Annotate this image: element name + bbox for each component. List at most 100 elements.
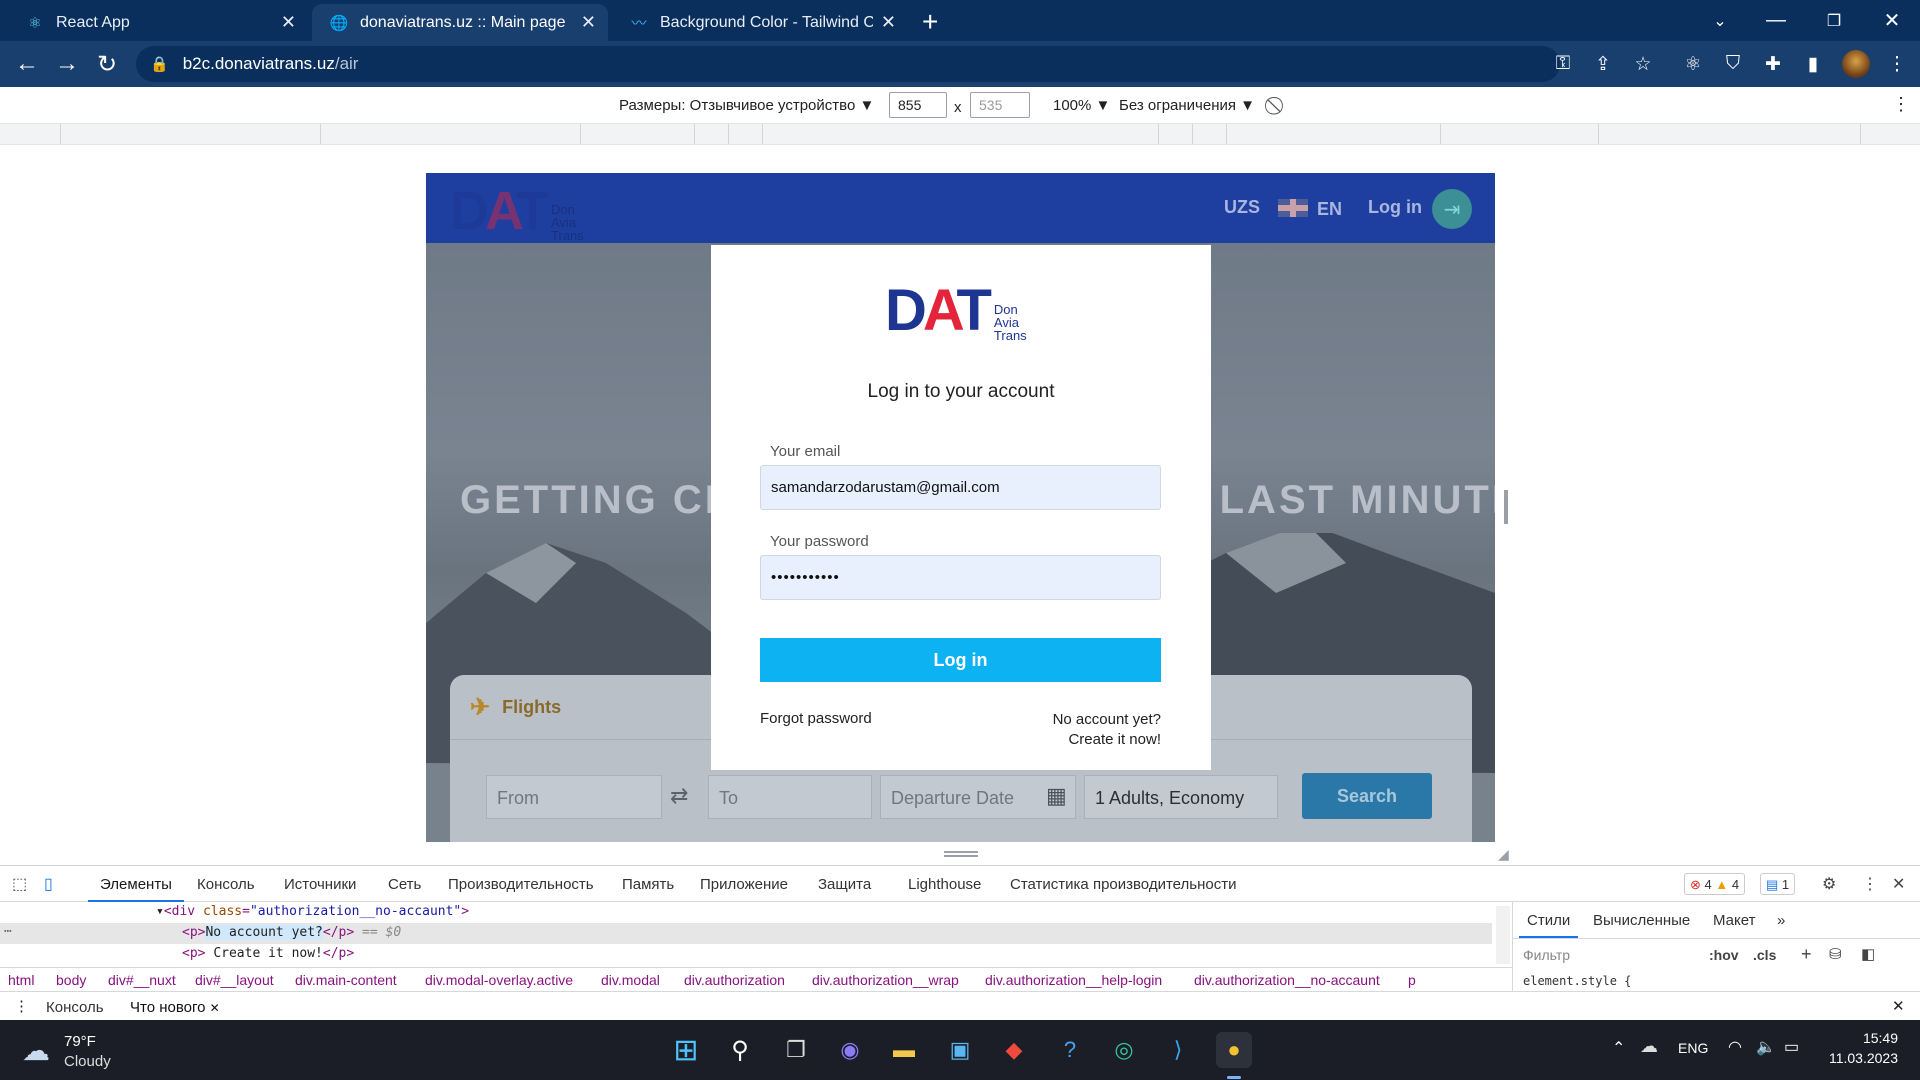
language-selector[interactable]: EN	[1317, 199, 1342, 220]
breadcrumb-item[interactable]: div#__layout	[195, 972, 274, 988]
minimize-icon[interactable]: —	[1748, 0, 1804, 41]
bookmark-star-icon[interactable]: ☆	[1630, 51, 1656, 77]
from-input[interactable]: From	[486, 775, 662, 819]
tab-performance[interactable]: Производительность	[448, 876, 594, 893]
help-icon[interactable]: ?	[1052, 1032, 1088, 1068]
styles-filter-input[interactable]: Фильтр	[1523, 947, 1570, 963]
share-icon[interactable]: ⇪	[1590, 51, 1616, 77]
forgot-password-link[interactable]: Forgot password	[760, 710, 872, 727]
close-icon[interactable]: ✕	[581, 12, 596, 33]
media-query-ruler[interactable]	[0, 123, 1920, 145]
shield-icon[interactable]: ⛉	[1720, 51, 1746, 77]
battery-icon[interactable]: ▭	[1784, 1037, 1799, 1057]
devtools-close-icon[interactable]: ✕	[1892, 874, 1905, 894]
menu-dots-icon[interactable]: ⋮	[1884, 51, 1910, 77]
breadcrumb-item[interactable]: div.authorization__no-accaunt	[1194, 972, 1380, 988]
breadcrumb-item[interactable]: div.authorization__wrap	[812, 972, 959, 988]
header-login-link[interactable]: Log in	[1368, 197, 1422, 218]
app-diamond-icon[interactable]: ◆	[996, 1032, 1032, 1068]
tab-sources[interactable]: Источники	[284, 876, 356, 893]
tab-react-app[interactable]: ⚛ React App ✕	[8, 4, 308, 41]
tab-layout[interactable]: Макет	[1713, 912, 1755, 929]
breadcrumb-item[interactable]: div#__nuxt	[108, 972, 176, 988]
window-close-icon[interactable]: ✕	[1864, 0, 1920, 41]
paint-icon[interactable]: ⛁	[1829, 945, 1842, 963]
create-account-link[interactable]: Create it now!	[1053, 730, 1161, 750]
tab-memory[interactable]: Память	[622, 876, 674, 893]
device-toggle-icon[interactable]: ▯	[44, 874, 53, 894]
dom-scrollbar[interactable]	[1496, 906, 1510, 964]
close-icon[interactable]: ✕	[881, 12, 896, 33]
dom-node-p[interactable]: <p> Create it now!</p>	[182, 946, 354, 961]
edge-icon[interactable]: ◎	[1106, 1032, 1142, 1068]
breadcrumb-item[interactable]: p	[1408, 972, 1416, 988]
sidebar-toggle-icon[interactable]: ◧	[1861, 945, 1875, 963]
windows-start-icon[interactable]: ⊞	[668, 1032, 704, 1068]
uk-flag-icon[interactable]	[1278, 199, 1308, 217]
tab-security[interactable]: Защита	[818, 876, 871, 893]
dom-node-div[interactable]: ▾<div class="authorization__no-accaunt">	[156, 904, 469, 919]
error-warning-badge[interactable]: ⊗ 4 ▲ 4	[1684, 873, 1746, 895]
tab-network[interactable]: Сеть	[388, 876, 421, 893]
devtools-menu-icon[interactable]: ⋮	[1862, 874, 1878, 894]
breadcrumb-item[interactable]: div.main-content	[295, 972, 397, 988]
add-rule-icon[interactable]: +	[1801, 944, 1812, 965]
onedrive-icon[interactable]: ☁	[1640, 1036, 1658, 1057]
chat-icon[interactable]: ◉	[832, 1032, 868, 1068]
tab-lighthouse[interactable]: Lighthouse	[908, 876, 981, 893]
tab-donaviatrans[interactable]: 🌐 donaviatrans.uz :: Main page ✕	[312, 4, 608, 41]
tab-computed[interactable]: Вычисленные	[1593, 912, 1690, 929]
breadcrumb-item[interactable]: div.modal-overlay.active	[425, 972, 573, 988]
address-bar[interactable]: 🔒 b2c.donaviatrans.uz/air	[136, 46, 1560, 82]
breadcrumb-item[interactable]: div.modal	[601, 972, 660, 988]
tab-performance-insights[interactable]: Статистика производительности	[1010, 876, 1236, 893]
chevron-up-icon[interactable]: ⌃	[1612, 1038, 1625, 1058]
tab-search-icon[interactable]: ⌄	[1692, 0, 1748, 41]
more-dots-icon[interactable]: ⋯	[4, 924, 12, 939]
drawer-menu-icon[interactable]: ⋮	[14, 997, 29, 1015]
tab-styles[interactable]: Стили	[1518, 912, 1579, 938]
close-icon[interactable]: ✕	[281, 12, 296, 33]
tab-tailwind[interactable]: 〰 Background Color - Tailwind CSS ✕	[612, 4, 908, 41]
volume-icon[interactable]: 🔈	[1756, 1037, 1776, 1057]
extensions-icon[interactable]: ✚	[1760, 51, 1786, 77]
cls-toggle[interactable]: .cls	[1753, 947, 1776, 963]
messages-badge[interactable]: ▤ 1	[1760, 873, 1796, 895]
password-field[interactable]: •••••••••••	[760, 555, 1161, 600]
restore-icon[interactable]: ❐	[1806, 0, 1862, 41]
throttle-dropdown[interactable]: Без ограничения ▼	[1119, 97, 1255, 114]
profile-avatar[interactable]	[1842, 50, 1870, 78]
react-devtools-icon[interactable]: ⚛	[1680, 51, 1706, 77]
dimensions-dropdown[interactable]: Размеры: Отзывчивое устройство ▼	[619, 97, 874, 114]
drawer-close-icon[interactable]: ✕	[1892, 997, 1905, 1015]
chrome-icon[interactable]: ●	[1216, 1032, 1252, 1068]
viewport-resize-handle-bottom[interactable]	[944, 851, 978, 857]
tab-application[interactable]: Приложение	[700, 876, 788, 893]
breadcrumb-item[interactable]: div.authorization	[684, 972, 785, 988]
new-tab-icon[interactable]: +	[922, 6, 938, 38]
breadcrumb-item[interactable]: div.authorization__help-login	[985, 972, 1162, 988]
close-icon[interactable]: ✕	[210, 1001, 220, 1015]
tab-console[interactable]: Консоль	[197, 876, 255, 893]
width-input[interactable]: 855	[889, 92, 947, 118]
back-icon[interactable]: ←	[12, 49, 42, 79]
wifi-icon[interactable]: ◠	[1728, 1037, 1742, 1057]
more-tabs-icon[interactable]: »	[1777, 912, 1785, 929]
search-icon[interactable]: ⚲	[722, 1032, 758, 1068]
element-style-rule[interactable]: element.style {	[1523, 974, 1631, 988]
dom-node-p-selected[interactable]: <p>No account yet?</p> == $0	[182, 925, 401, 940]
to-input[interactable]: To	[708, 775, 872, 819]
height-input[interactable]: 535	[970, 92, 1030, 118]
drawer-tab-console[interactable]: Консоль	[46, 999, 104, 1016]
search-button[interactable]: Search	[1302, 773, 1432, 819]
login-arrow-icon[interactable]: ⇥	[1432, 189, 1472, 229]
cloud-icon[interactable]: ☁	[22, 1034, 50, 1067]
side-panel-icon[interactable]: ▮	[1800, 51, 1826, 77]
swap-icon[interactable]: ⇄	[670, 783, 688, 809]
drawer-tab-whats-new[interactable]: Что нового ✕	[130, 999, 220, 1016]
calendar-icon[interactable]: ▦	[1046, 783, 1067, 809]
store-icon[interactable]: ▣	[942, 1032, 978, 1068]
breadcrumb-item[interactable]: body	[56, 972, 86, 988]
weather-temp[interactable]: 79°F	[64, 1033, 96, 1050]
tab-flights[interactable]: ✈ Flights	[470, 693, 561, 722]
